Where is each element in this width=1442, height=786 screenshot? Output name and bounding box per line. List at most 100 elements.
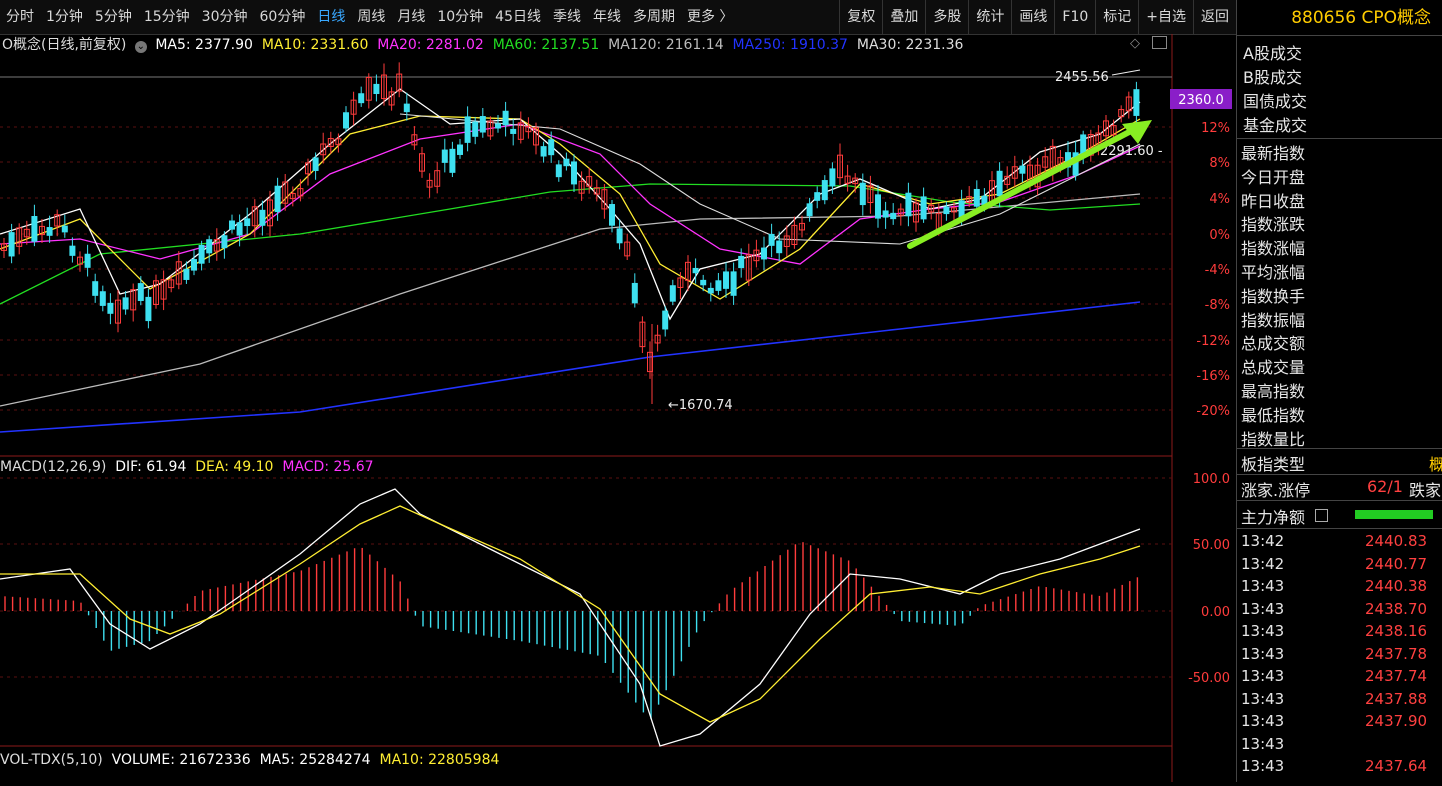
tool-button-4[interactable]: 画线	[1011, 0, 1054, 34]
tab-period-13[interactable]: 多周期	[627, 0, 681, 34]
field-label: 指数振幅	[1241, 310, 1306, 330]
tick-time: 13:43	[1241, 622, 1285, 640]
price-axis-label: 8%	[1209, 156, 1230, 171]
candle-body	[943, 206, 950, 215]
dif-line	[0, 488, 1141, 747]
limit-value: 62/1	[1367, 477, 1403, 496]
chart-title: O概念(日线,前复权)	[2, 37, 127, 53]
candle-body	[692, 267, 699, 274]
candle-body	[563, 158, 570, 167]
volume-legend: VOL-TDX(5,10) VOLUME: 21672336 MA5: 2528…	[0, 752, 499, 768]
tab-period-5[interactable]: 60分钟	[254, 0, 312, 34]
candle-body	[920, 196, 927, 220]
tick-time: 13:43	[1241, 689, 1285, 708]
price-axis-label: -16%	[1196, 369, 1230, 384]
tab-period-14[interactable]: 更多 〉	[681, 0, 739, 34]
dif-legend: DIF: 61.94	[115, 459, 187, 475]
candle-body	[46, 227, 53, 236]
tool-button-2[interactable]: 多股	[925, 0, 968, 34]
low-label: ←1670.74	[668, 398, 733, 413]
tab-period-6[interactable]: 日线	[311, 0, 351, 34]
tool-button-7[interactable]: +自选	[1138, 0, 1193, 34]
candle-body	[548, 139, 555, 156]
field-label: 今日开盘	[1241, 167, 1306, 187]
candle-body	[882, 210, 889, 218]
candle-body	[358, 93, 365, 104]
candle-body	[457, 144, 463, 155]
macd-axis-label: -50.00	[1188, 671, 1230, 686]
candle-body	[343, 112, 349, 129]
tab-period-10[interactable]: 45日线	[489, 0, 547, 34]
candle-body	[472, 121, 479, 137]
candle-body	[259, 209, 266, 226]
divider	[1237, 448, 1442, 449]
price-axis-label: -12%	[1196, 334, 1230, 349]
tool-button-0[interactable]: 复权	[839, 0, 882, 34]
tool-button-5[interactable]: F10	[1054, 0, 1095, 34]
diamond-icon[interactable]: ◇	[1130, 36, 1140, 51]
divider	[1237, 138, 1442, 139]
candle-body	[555, 164, 562, 178]
candle-body	[206, 239, 213, 254]
list-icon[interactable]	[1315, 509, 1328, 522]
quote-sidebar: 880656 CPO概念 A股成交 B股成交 国债成交 基金成交 最新指数 今日开盘 昨日…	[1236, 0, 1442, 782]
tab-period-4[interactable]: 30分钟	[196, 0, 254, 34]
price-axis-label: 4%	[1209, 192, 1230, 207]
field-label: A股成交	[1243, 44, 1302, 63]
macd-value-legend: MACD: 25.67	[282, 459, 374, 475]
limit-label: 涨家.涨停	[1241, 481, 1311, 500]
candle-body	[730, 271, 737, 296]
candle-body	[274, 185, 281, 213]
field-label: 指数涨跌	[1241, 215, 1306, 235]
tab-period-7[interactable]: 周线	[351, 0, 391, 34]
tick-value: 2437.74	[1365, 667, 1428, 685]
tick-value: 2440.83	[1365, 532, 1428, 550]
chevron-down-icon[interactable]: ⌄	[134, 41, 147, 53]
tab-period-11[interactable]: 季线	[547, 0, 587, 34]
tab-period-12[interactable]: 年线	[587, 0, 627, 34]
price-axis-label: 12%	[1201, 121, 1230, 136]
macd-axis-label: 100.0	[1193, 472, 1230, 487]
tick-value: 2437.90	[1365, 712, 1428, 730]
tool-button-6[interactable]: 标记	[1095, 0, 1138, 34]
main-legend: O概念(日线,前复权) ⌄ MA5: 2377.90 MA10: 2331.60…	[2, 34, 963, 54]
candle-body	[373, 83, 380, 95]
candle-body	[198, 244, 205, 264]
candle-body	[761, 247, 767, 260]
tab-period-3[interactable]: 15分钟	[138, 0, 196, 34]
ma250-line	[0, 301, 1141, 433]
candle-body	[875, 194, 881, 219]
tick-time: 13:43	[1241, 712, 1285, 730]
tool-button-8[interactable]: 返回	[1193, 0, 1236, 34]
tool-button-1[interactable]: 叠加	[882, 0, 925, 34]
candle-body	[441, 149, 448, 163]
field-label: 平均涨幅	[1241, 263, 1306, 282]
field-label: 最低指数	[1241, 405, 1306, 425]
ma20-legend: MA20: 2281.02	[377, 37, 484, 53]
panel-toggle-icon[interactable]	[1152, 36, 1167, 49]
candle-body	[890, 212, 897, 220]
candle-body	[69, 245, 76, 256]
tab-period-8[interactable]: 月线	[391, 0, 431, 34]
dea-legend: DEA: 49.10	[195, 459, 274, 475]
candle-body	[669, 285, 676, 302]
ma10-legend: MA10: 2331.60	[261, 37, 369, 53]
tab-period-2[interactable]: 5分钟	[89, 0, 138, 34]
tab-period-1[interactable]: 1分钟	[40, 0, 89, 34]
field-label: 指数换手	[1241, 286, 1306, 306]
tab-period-0[interactable]: 分时	[0, 0, 40, 34]
limit-suffix: 跌家	[1409, 481, 1442, 500]
kline-chart[interactable]: 12% 8% 4% 0% -4% -8% -12% -16% -20% 100.0 50.00 0.0…	[0, 34, 1236, 782]
candle-body	[829, 168, 836, 187]
field-label: 指数量比	[1241, 429, 1306, 449]
tab-period-9[interactable]: 10分钟	[431, 0, 489, 34]
price-axis-label: 0%	[1209, 228, 1230, 243]
volume-ma5: MA5: 25284274	[259, 752, 371, 768]
candle-body	[137, 283, 144, 301]
tick-time: 13:42	[1241, 554, 1285, 573]
board-type-label: 板指类型	[1241, 455, 1306, 474]
candle-body	[700, 279, 707, 286]
chart-canvas[interactable]: 12% 8% 4% 0% -4% -8% -12% -16% -20% 100.0 50.00 0.0…	[0, 34, 1236, 782]
candle-body	[244, 218, 251, 227]
tool-button-3[interactable]: 统计	[968, 0, 1011, 34]
